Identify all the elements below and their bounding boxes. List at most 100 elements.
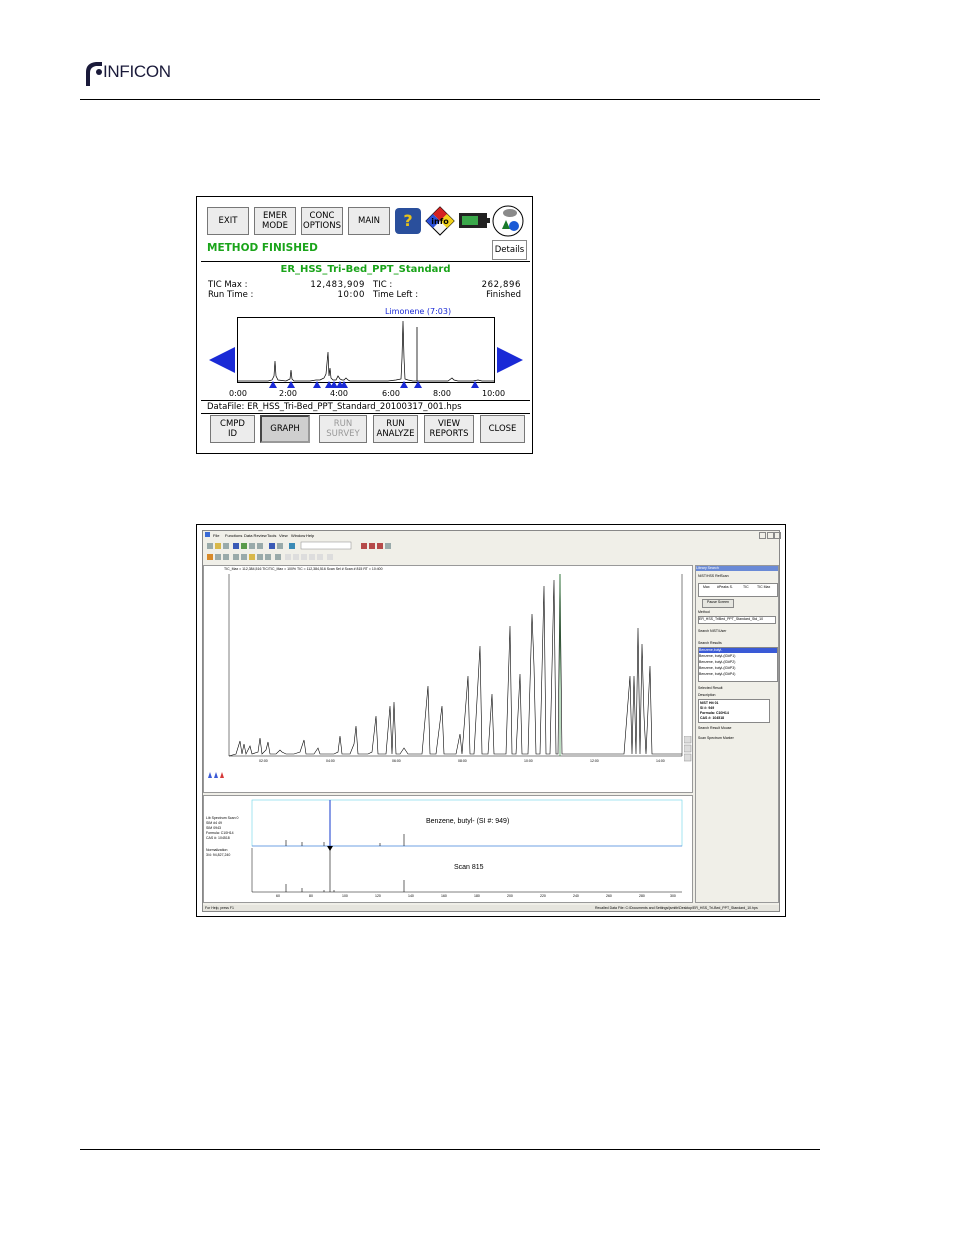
tic-label: TIC : — [373, 280, 393, 290]
app-icon — [205, 532, 210, 537]
desc-line: CAS #: 104518 — [700, 716, 725, 720]
menu-file[interactable]: File — [213, 533, 219, 538]
chromatogram-chart[interactable] — [237, 317, 495, 383]
time-left-label: Time Left : — [373, 290, 419, 300]
x-tick: 6:00 — [382, 389, 400, 398]
scroll-left-arrow-icon[interactable] — [209, 347, 235, 373]
mass-tick: 80 — [309, 894, 313, 898]
conc-options-button[interactable]: CONC OPTIONS — [301, 207, 343, 235]
divider — [201, 413, 530, 414]
system-status-icon[interactable] — [492, 205, 524, 237]
time-left-value: Finished — [486, 290, 521, 300]
x-tick: 8:00 — [433, 389, 451, 398]
mass-tick: 120 — [375, 894, 381, 898]
menu-bar: File Functions Data Review Tools View Wi… — [203, 531, 781, 539]
result-item[interactable]: Benzene, butyl-(ID#P1) — [699, 654, 735, 658]
mass-tick: 300 — [670, 894, 676, 898]
toolbar[interactable] — [205, 541, 405, 563]
mass-tick: 280 — [639, 894, 645, 898]
menu-view[interactable]: View — [279, 533, 288, 538]
scan-spectrum-checkbox[interactable]: Scan Spectrum Marker — [698, 736, 734, 740]
mass-tick: 60 — [276, 894, 280, 898]
peak-mode-icons[interactable] — [206, 771, 226, 779]
col-peaks: #Peaks S. — [717, 585, 733, 589]
x-tick: 12:00 — [590, 759, 599, 763]
tic-max-value: 12,483,909 — [310, 280, 365, 290]
help-icon[interactable]: ? — [394, 207, 422, 235]
x-tick: 14:00 — [656, 759, 665, 763]
svg-text:?: ? — [403, 211, 412, 230]
peak-markers — [269, 381, 479, 388]
search-results-list[interactable]: Benzene,butyl- Benzene, butyl-(ID#P1) Be… — [698, 647, 778, 682]
search-results-label: Search Results — [698, 641, 722, 645]
restore-icon[interactable] — [767, 532, 774, 539]
mass-tick: 200 — [507, 894, 513, 898]
desc-line: SI #: 949 — [700, 706, 715, 710]
col-ticmax: TIC Max — [757, 585, 771, 589]
x-tick: 02:00 — [259, 759, 268, 763]
run-time-label: Run Time : — [208, 290, 254, 300]
status-file-path: Recalled Data File: C:\Documents and Set… — [595, 906, 758, 910]
mass-tick: 160 — [441, 894, 447, 898]
menu-data-review[interactable]: Data Review — [244, 533, 267, 538]
view-reports-button[interactable]: VIEW REPORTS — [424, 415, 474, 443]
result-item[interactable]: Benzene,butyl- — [699, 648, 777, 653]
run-survey-button[interactable]: RUN SURVEY — [319, 415, 367, 443]
col-tic: TIC — [743, 585, 749, 589]
search-nist-checkbox[interactable]: Search NIST/User — [698, 629, 726, 633]
col-max: Max — [703, 585, 710, 589]
logo-text: INFICON — [103, 62, 171, 81]
desc-line: NIST Hit 01 — [700, 701, 719, 705]
divider — [201, 400, 530, 401]
close-window-icon[interactable] — [774, 532, 781, 539]
library-match-title: Benzene, butyl- (SI #: 949) — [426, 818, 510, 825]
divider — [201, 261, 530, 262]
menu-functions[interactable]: Functions — [225, 533, 242, 538]
minimize-icon[interactable] — [759, 532, 766, 539]
zoom-controls[interactable] — [684, 736, 692, 766]
tic-max-label: TIC Max : — [208, 280, 248, 290]
run-status: METHOD FINISHED — [207, 242, 318, 254]
run-analyze-button[interactable]: RUN ANALYZE — [373, 415, 418, 443]
method-field[interactable]: ER_HSS_TriBed_PPT_Standard_Std_10 — [698, 616, 776, 624]
selected-result-label: Selected Result — [698, 686, 723, 690]
x-tick: 0:00 — [229, 389, 247, 398]
mass-tick: 260 — [606, 894, 612, 898]
info-icon[interactable]: info — [425, 206, 455, 236]
status-bar: For Help, press F1 Recalled Data File: C… — [203, 905, 779, 911]
x-tick: 4:00 — [330, 389, 348, 398]
graph-button[interactable]: GRAPH — [260, 415, 310, 443]
menu-window[interactable]: Window — [291, 533, 305, 538]
result-item[interactable]: Benzene, butyl-(ID#P4) — [699, 672, 735, 676]
description-checkbox[interactable]: Description — [698, 693, 716, 697]
mass-spectrum[interactable] — [204, 796, 694, 904]
cmpd-id-button[interactable]: CMPD ID — [210, 415, 255, 443]
mass-tick: 180 — [474, 894, 480, 898]
result-item[interactable]: Benzene, butyl-(ID#P3) — [699, 666, 735, 670]
close-button[interactable]: CLOSE — [480, 415, 525, 443]
header-rule — [80, 99, 820, 100]
scroll-right-arrow-icon[interactable] — [497, 347, 523, 373]
search-mouse-checkbox[interactable]: Search Result Mouse — [698, 726, 731, 730]
instrument-screen: EXIT EMER MODE CONC OPTIONS MAIN ? info … — [196, 196, 533, 454]
x-tick: 2:00 — [279, 389, 297, 398]
menu-help[interactable]: Help — [306, 533, 314, 538]
tic-chromatogram[interactable] — [204, 566, 694, 794]
menu-tools[interactable]: Tools — [267, 533, 276, 538]
panel-source: NIST/HSS RefScan — [698, 574, 729, 578]
main-button[interactable]: MAIN — [348, 207, 390, 235]
footer-rule — [80, 1149, 820, 1150]
x-tick: 06:00 — [392, 759, 401, 763]
method-name: ER_HSS_Tri-Bed_PPT_Standard — [280, 264, 451, 275]
scan-title: Scan 815 — [454, 864, 484, 871]
mass-tick: 240 — [573, 894, 579, 898]
x-tick: 10:00 — [524, 759, 533, 763]
desc-line: Formula: C10H14 — [700, 711, 729, 715]
pause-screen-button[interactable]: Pause Screen — [702, 599, 734, 608]
emer-mode-button[interactable]: EMER MODE — [254, 207, 296, 235]
spectrum-pane: Lib Spectrum Scan 0 SIM #4 49 SIM 0943 F… — [203, 795, 693, 903]
details-button[interactable]: Details — [492, 240, 527, 260]
exit-button[interactable]: EXIT — [207, 207, 249, 235]
result-item[interactable]: Benzene, butyl-(ID#P2) — [699, 660, 735, 664]
battery-icon — [459, 213, 490, 228]
